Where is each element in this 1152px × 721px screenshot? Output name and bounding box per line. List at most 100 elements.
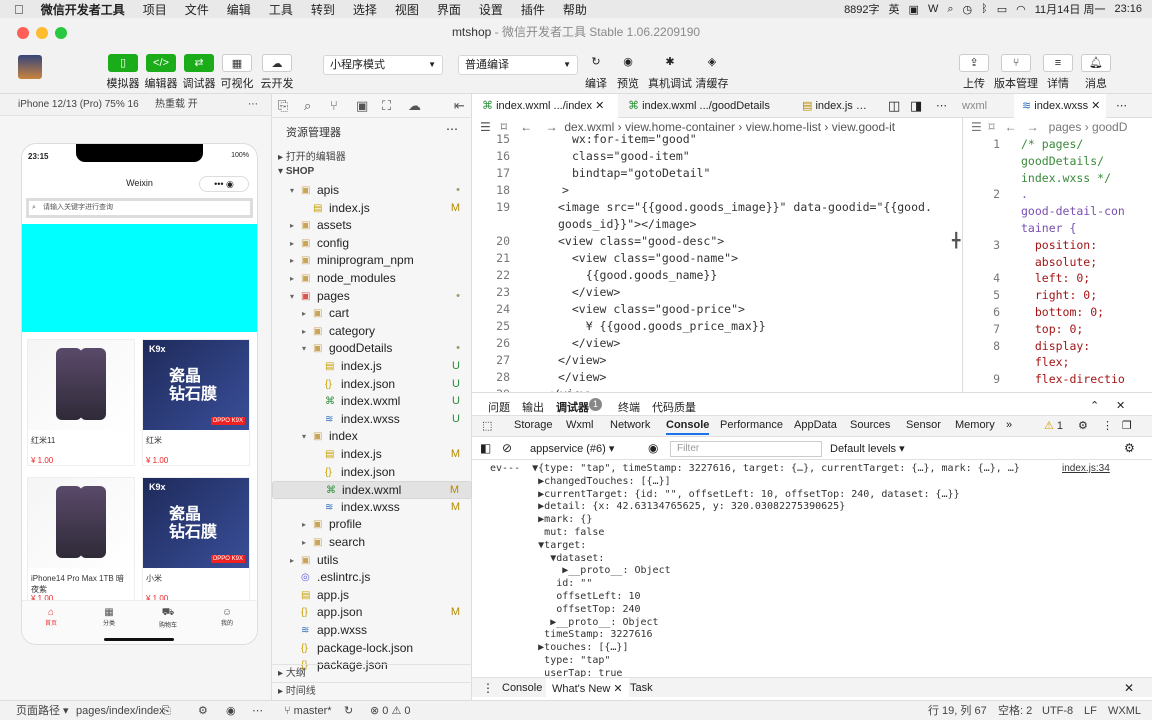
wps-icon[interactable]: W — [928, 3, 938, 15]
preview-button[interactable]: ◉ 预览 — [608, 54, 648, 91]
tab-gooddetails-wxml[interactable]: ⌘ index.wxml .../goodDetails — [620, 94, 790, 118]
debug-icon[interactable]: ⛶ — [382, 94, 391, 118]
chevron-up-icon[interactable]: ⌃ — [1090, 399, 1099, 412]
breadcrumb-item[interactable]: goodD — [1092, 120, 1127, 134]
source-control-icon[interactable]: ⑂ — [330, 94, 338, 118]
close-icon[interactable]: ✕ — [1116, 399, 1125, 412]
search-input[interactable]: ⌕ 请输入关键字进行查询 — [29, 201, 250, 215]
chevron-right-icon[interactable]: ▸ — [302, 516, 306, 534]
bookmark-icon[interactable]: ⌑ — [988, 120, 994, 134]
editor-more-icon[interactable]: ⋯ — [936, 94, 947, 118]
chevron-down-icon[interactable]: ▾ — [302, 340, 306, 358]
tab-output[interactable]: 输出 — [522, 399, 544, 415]
more-tabs-icon[interactable]: » — [1006, 419, 1012, 431]
tab-performance[interactable]: Performance — [720, 419, 783, 431]
clear-console-icon[interactable]: ⊘ — [502, 441, 512, 455]
menu-item[interactable]: 转到 — [302, 1, 344, 18]
eol-setting[interactable]: LF — [1084, 701, 1097, 721]
explorer-more-icon[interactable]: ⋯ — [446, 122, 458, 136]
console-line[interactable]: ▶__proto__: Object — [490, 565, 670, 577]
file-tree-row[interactable]: ▸ ▣ assets — [272, 217, 472, 235]
version-button[interactable]: ⑂ 版本管理 — [994, 54, 1038, 91]
sidebar-toggle-icon[interactable]: ◧ — [480, 441, 491, 455]
battery-icon[interactable]: ▭ — [997, 3, 1007, 16]
chevron-right-icon[interactable]: ▸ — [290, 552, 294, 570]
page-path-label[interactable]: 页面路径 ▾ — [16, 701, 69, 721]
console-line[interactable]: ▼dataset: — [490, 553, 604, 565]
drawer-menu-icon[interactable]: ⋮ — [482, 681, 494, 695]
bluetooth-icon[interactable]: ᛒ — [981, 3, 988, 15]
menu-app-name[interactable]: 微信开发者工具 — [32, 1, 134, 18]
source-link[interactable]: index.js:34 — [1062, 463, 1110, 474]
file-tree-row[interactable]: ▾ ▣ goodDetails • — [272, 340, 472, 358]
dock-icon[interactable]: ❐ — [1122, 419, 1132, 432]
product-card[interactable]: K9x 瓷晶 钻石膜 OPPO K9X 小米 ¥ 1.00 — [142, 477, 250, 604]
menu-item[interactable]: 插件 — [512, 1, 554, 18]
file-tree-row[interactable]: ⌘ index.wxml M — [272, 481, 472, 499]
tab-sources[interactable]: Sources — [850, 419, 890, 431]
console-line[interactable]: ▶touches: [{…}] — [490, 642, 628, 654]
collapse-panel-icon[interactable]: ⇤ — [454, 94, 465, 118]
drawer-tab-console[interactable]: Console — [502, 682, 542, 694]
more-icon[interactable]: ⋯ — [248, 94, 258, 116]
console-line[interactable]: ▶currentTarget: {id: "", offsetLeft: 10,… — [490, 489, 959, 501]
chevron-right-icon[interactable]: ▸ — [290, 252, 294, 270]
drawer-tab-task[interactable]: Task — [630, 682, 653, 694]
forward-icon[interactable]: → — [1027, 120, 1039, 134]
files-icon[interactable]: ⎘ — [278, 94, 288, 118]
drawer-tab-whatsnew[interactable]: What's New ✕ — [546, 678, 629, 698]
apple-icon[interactable]:  — [0, 2, 32, 17]
menu-item[interactable]: 项目 — [134, 1, 176, 18]
chevron-right-icon[interactable]: ▸ — [302, 323, 306, 341]
file-tree-row[interactable]: {} app.json M — [272, 604, 472, 622]
language-mode[interactable]: WXML — [1108, 701, 1141, 721]
chevron-right-icon[interactable]: ▸ — [302, 305, 306, 323]
remote-debug-button[interactable]: ✱ 真机调试 — [648, 54, 692, 91]
file-tree-row[interactable]: ▸ ▣ utils — [272, 552, 472, 570]
minimize-window-button[interactable] — [36, 27, 48, 39]
menu-item[interactable]: 界面 — [428, 1, 470, 18]
menu-item[interactable]: 视图 — [386, 1, 428, 18]
file-tree-row[interactable]: ▸ ▣ config — [272, 235, 472, 253]
console-line[interactable]: type: "tap" — [490, 655, 610, 667]
project-avatar[interactable] — [18, 55, 42, 79]
context-select[interactable]: appservice (#6) ▾ — [530, 442, 614, 455]
tab-network[interactable]: Network — [610, 419, 650, 431]
file-tree-row[interactable]: ▸ ▣ profile — [272, 516, 472, 534]
timeline-section[interactable]: ▸ 时间线 — [272, 682, 472, 700]
chevron-right-icon[interactable]: ▸ — [290, 217, 294, 235]
tab-terminal[interactable]: 终端 — [618, 399, 640, 415]
file-tree-row[interactable]: ◎ .eslintrc.js — [272, 569, 472, 587]
chevron-down-icon[interactable]: ▾ — [290, 182, 294, 200]
tab-home[interactable]: ⌂ 首页 — [31, 607, 71, 627]
settings-icon[interactable]: ⚙ — [198, 701, 208, 721]
console-line[interactable]: id: "" — [490, 578, 592, 590]
tab-console[interactable]: Console — [666, 419, 710, 435]
menu-item[interactable]: 工具 — [260, 1, 302, 18]
search-icon[interactable]: ⌕ — [947, 3, 953, 16]
clock-icon[interactable]: ◷ — [963, 3, 973, 16]
back-icon[interactable]: ← — [1005, 120, 1017, 134]
warning-icon[interactable]: ⚠ 1 — [1044, 419, 1063, 432]
maximize-window-button[interactable] — [55, 27, 67, 39]
clear-cache-button[interactable]: ◈ 清缓存 — [692, 54, 732, 91]
details-button[interactable]: ≡ 详情 — [1038, 54, 1078, 91]
product-card[interactable]: K9x 瓷晶 钻石膜 OPPO K9X 红米 ¥ 1.00 — [142, 339, 250, 466]
console-line[interactable]: ▶__proto__: Object — [490, 617, 658, 629]
console-line[interactable]: ev--- ▼{type: "tap", timeStamp: 3227616,… — [490, 463, 1020, 475]
tab-profile[interactable]: ☺ 我的 — [207, 607, 247, 627]
copy-icon[interactable]: ⎘ — [162, 701, 171, 721]
indent-setting[interactable]: 空格: 2 — [998, 701, 1032, 721]
tab-index-js[interactable]: ▤ index.js … — [794, 94, 884, 118]
tab-debugger[interactable]: 调试器 — [556, 399, 589, 415]
visual-button[interactable]: ▦ 可视化 — [218, 54, 256, 91]
input-method-icon[interactable]: 英 — [889, 1, 900, 17]
simulator-button[interactable]: ▯ 模拟器 — [104, 54, 142, 91]
file-tree-row[interactable]: ⌘ index.wxml U — [272, 393, 472, 411]
close-window-button[interactable] — [17, 27, 29, 39]
branch-status[interactable]: ⑂ master* — [284, 701, 332, 721]
mode-select[interactable]: 小程序模式 ▼ — [323, 55, 443, 75]
hot-reload-select[interactable]: 热重载 开 — [155, 94, 198, 116]
console-line[interactable]: ▼target: — [490, 540, 586, 552]
menu-item[interactable]: 帮助 — [554, 1, 596, 18]
